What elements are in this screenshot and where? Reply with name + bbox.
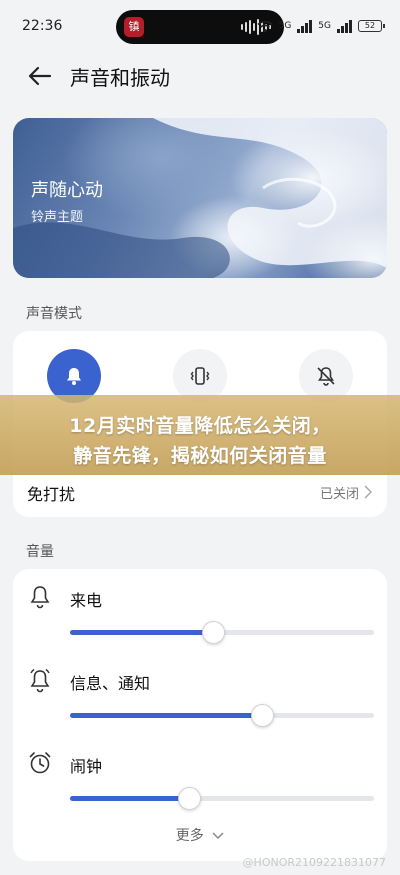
slider-knob[interactable] (177, 787, 201, 810)
overlay-title-line-1: 12月实时音量降低怎么关闭， (69, 415, 331, 437)
sound-mode-section-label: 声音模式 (26, 306, 82, 322)
signal-icon-2 (337, 19, 352, 33)
slider-fill (70, 630, 213, 635)
notification-volume-slider[interactable] (70, 704, 374, 727)
header: 声音和振动 (0, 58, 400, 94)
signal-icon (297, 19, 313, 33)
chevron-right-icon (364, 485, 373, 499)
status-bar: 22:36 镇 5G 5G 52 (0, 0, 400, 52)
ringtone-theme-banner[interactable]: 声随心动 铃声主题 (13, 118, 387, 278)
notification-volume-label: 信息、通知 (70, 674, 151, 693)
status-icons: 5G 5G 52 (257, 16, 385, 36)
battery-icon: 52 (358, 20, 385, 32)
bell-outline-icon (30, 586, 50, 609)
alarm-clock-icon (29, 752, 51, 774)
dnd-status: 已关闭 (319, 487, 359, 502)
alarm-volume-slider[interactable] (70, 787, 374, 810)
alarm-volume-label: 闹钟 (70, 757, 103, 776)
banner-title: 声随心动 (31, 180, 103, 201)
do-not-disturb-row[interactable]: 免打扰 已关闭 (13, 475, 387, 515)
banner-subtitle: 铃声主题 (31, 210, 84, 225)
status-time: 22:36 (22, 18, 63, 34)
ringtone-volume-item: 来电 (13, 584, 387, 654)
notification-volume-item: 信息、通知 (13, 667, 387, 737)
volume-card: 来电 信息、通知 闹钟 更多 (13, 569, 387, 861)
vibrate-icon (190, 367, 210, 385)
slider-fill (70, 713, 262, 718)
alarm-volume-item: 闹钟 (13, 750, 387, 820)
slider-knob[interactable] (250, 704, 274, 727)
notification-bell-icon (30, 668, 50, 693)
bell-off-icon (317, 367, 335, 386)
chevron-down-icon (212, 832, 224, 840)
volume-section-label: 音量 (26, 544, 54, 560)
more-label: 更多 (175, 828, 204, 844)
island-app-icon: 镇 (124, 17, 144, 37)
page-title: 声音和振动 (70, 66, 170, 90)
more-button[interactable]: 更多 (13, 825, 387, 845)
dnd-label: 免打扰 (27, 485, 76, 504)
watermark: @HONOR2109221831077 (242, 856, 386, 869)
bell-icon (67, 368, 81, 385)
wifi-icon (257, 20, 273, 32)
overlay-title-line-2: 静音先锋，揭秘如何关闭音量 (73, 445, 327, 467)
ringtone-volume-label: 来电 (70, 591, 103, 610)
network-label-1: 5G (278, 21, 292, 31)
slider-knob[interactable] (201, 621, 225, 644)
ringtone-volume-slider[interactable] (70, 621, 374, 644)
arrow-left-icon[interactable] (26, 62, 54, 90)
slider-fill (70, 796, 189, 801)
article-title-overlay: 12月实时音量降低怎么关闭， 静音先锋，揭秘如何关闭音量 (0, 395, 400, 475)
network-label-2: 5G (318, 21, 331, 31)
